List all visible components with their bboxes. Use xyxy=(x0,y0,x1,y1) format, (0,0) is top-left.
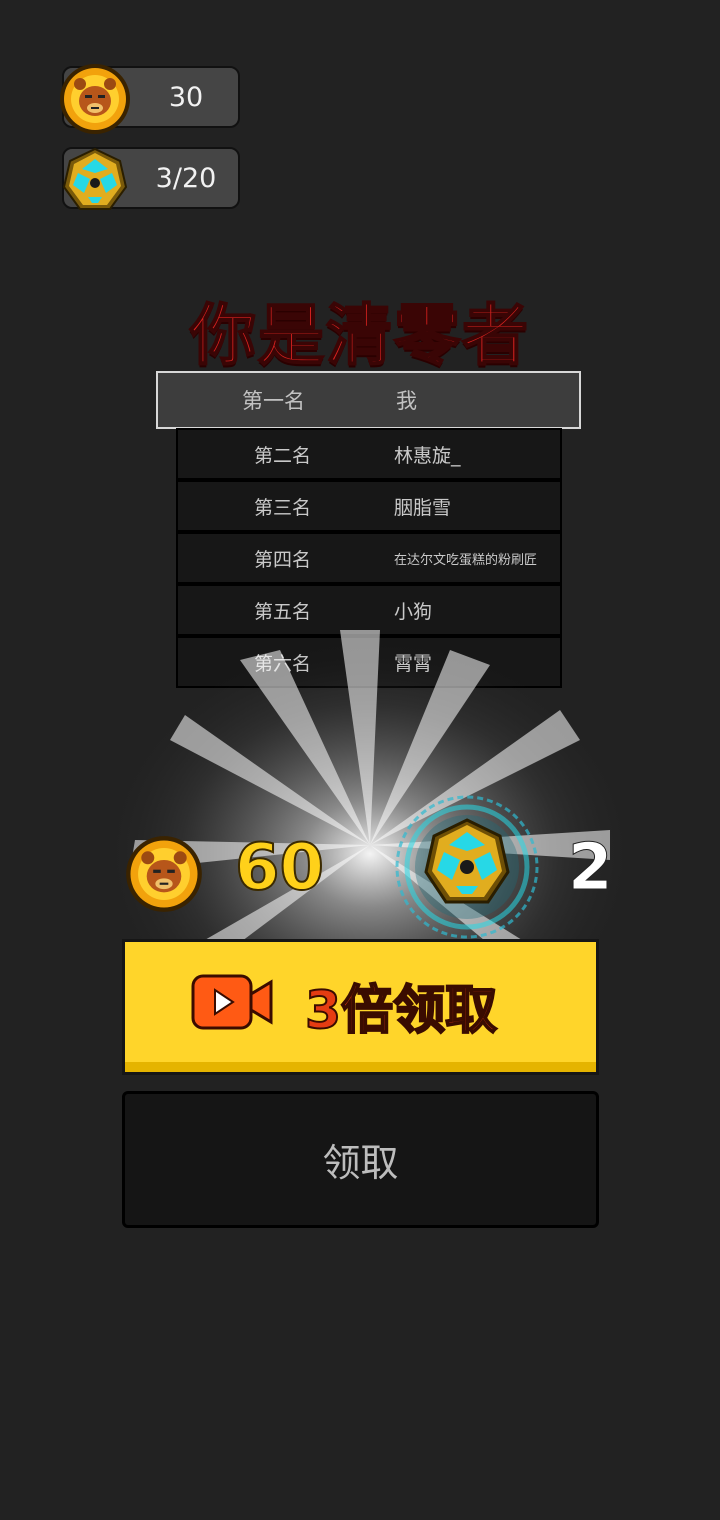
coin-balance-pill: 30 xyxy=(60,64,240,134)
player-name: 胭脂雪 xyxy=(394,496,452,519)
triple-claim-button[interactable]: 3倍领取 xyxy=(122,939,599,1075)
gem-icon xyxy=(62,147,128,210)
ranking-row: 第四名 在达尔文吃蛋糕的粉刷匠 xyxy=(176,532,562,584)
coin-balance-value: 30 xyxy=(168,81,204,113)
reward-coin-amount: 60 xyxy=(234,831,325,905)
gem-icon xyxy=(395,795,539,939)
bear-coin-icon xyxy=(126,836,202,912)
rank-label: 第三名 xyxy=(254,496,312,519)
result-title: 你是清零者 xyxy=(189,296,530,375)
gem-balance-pill: 3/20 xyxy=(62,147,240,210)
rank-label: 第一名 xyxy=(242,389,305,413)
gem-balance-value: 3/20 xyxy=(155,162,217,194)
video-play-icon xyxy=(191,974,273,1030)
ranking-row: 第三名 胭脂雪 xyxy=(176,480,562,532)
player-name: 我 xyxy=(396,389,417,413)
reward-gem-amount: 2 xyxy=(568,831,614,905)
player-name: 林惠旋_ xyxy=(394,444,461,467)
rank-label: 第二名 xyxy=(254,444,312,467)
ranking-row: 第二名 林惠旋_ xyxy=(176,428,562,480)
triple-claim-label: 3倍领取 xyxy=(304,980,498,1042)
claim-button[interactable]: 领取 xyxy=(122,1091,599,1228)
bear-coin-icon xyxy=(60,64,130,134)
rank-label: 第四名 xyxy=(254,548,312,571)
ranking-row-self: 第一名 我 xyxy=(156,371,581,429)
player-name: 在达尔文吃蛋糕的粉刷匠 xyxy=(394,552,538,568)
